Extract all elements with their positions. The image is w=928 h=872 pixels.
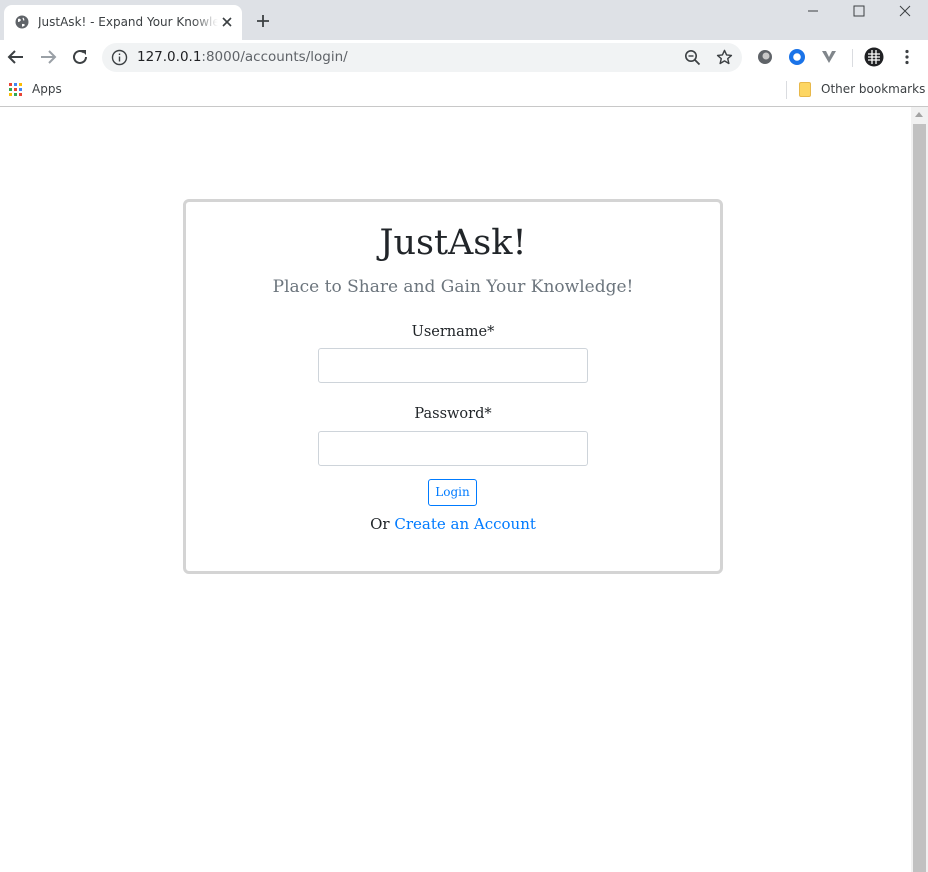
extension-circle-icon[interactable]: [756, 48, 774, 66]
forward-arrow-icon[interactable]: [38, 47, 58, 67]
create-account-link[interactable]: Create an Account: [394, 515, 536, 533]
reload-icon[interactable]: [70, 47, 90, 67]
password-label: Password*: [414, 406, 492, 422]
site-title: JustAsk!: [379, 223, 527, 263]
site-tagline: Place to Share and Gain Your Knowledge!: [272, 277, 634, 297]
url-text[interactable]: 127.0.0.1:8000/accounts/login/: [137, 49, 348, 65]
folder-icon: [799, 82, 811, 97]
url-host: 127.0.0.1: [137, 49, 202, 65]
globe-icon: [15, 15, 29, 29]
extension-ring-icon[interactable]: [788, 48, 806, 66]
back-arrow-icon[interactable]: [6, 47, 26, 67]
bookmarks-bar: Apps Other bookmarks: [0, 76, 928, 107]
extension-v-icon[interactable]: [820, 48, 838, 66]
apps-bookmark[interactable]: Apps: [32, 82, 62, 96]
login-button[interactable]: Login: [428, 479, 477, 506]
toolbar-separator: [852, 49, 853, 67]
password-input[interactable]: [318, 431, 588, 466]
apps-grid-icon[interactable]: [9, 83, 22, 96]
close-icon[interactable]: [219, 14, 235, 30]
profile-avatar-icon[interactable]: [864, 47, 884, 67]
vertical-scrollbar[interactable]: [911, 107, 928, 872]
tab-title: JustAsk! - Expand Your Knowledge: [38, 15, 218, 29]
username-input[interactable]: [318, 348, 588, 383]
scrollbar-thumb[interactable]: [913, 124, 926, 872]
page-viewport: JustAsk! Place to Share and Gain Your Kn…: [0, 107, 928, 872]
zoom-out-icon[interactable]: [684, 49, 701, 66]
url-path: :8000/accounts/login/: [201, 49, 348, 65]
more-menu-icon[interactable]: [898, 48, 916, 66]
minimize-icon[interactable]: [790, 0, 835, 26]
login-card: JustAsk! Place to Share and Gain Your Kn…: [183, 199, 723, 574]
signup-prompt: Or Create an Account: [186, 515, 720, 533]
other-bookmarks[interactable]: Other bookmarks: [821, 82, 925, 96]
star-icon[interactable]: [715, 48, 734, 67]
browser-tab[interactable]: JustAsk! - Expand Your Knowledge: [4, 5, 242, 40]
info-icon[interactable]: [111, 49, 128, 66]
maximize-icon[interactable]: [836, 0, 881, 26]
window-close-icon[interactable]: [882, 0, 927, 26]
tab-strip: JustAsk! - Expand Your Knowledge: [0, 0, 928, 40]
bookmarks-separator: [786, 81, 787, 99]
browser-toolbar: 127.0.0.1:8000/accounts/login/: [0, 40, 928, 76]
plus-icon[interactable]: [254, 12, 272, 30]
address-bar[interactable]: 127.0.0.1:8000/accounts/login/: [102, 43, 742, 72]
or-text: Or: [370, 515, 395, 533]
scroll-up-arrow-icon[interactable]: [915, 112, 923, 117]
username-label: Username*: [411, 324, 495, 340]
